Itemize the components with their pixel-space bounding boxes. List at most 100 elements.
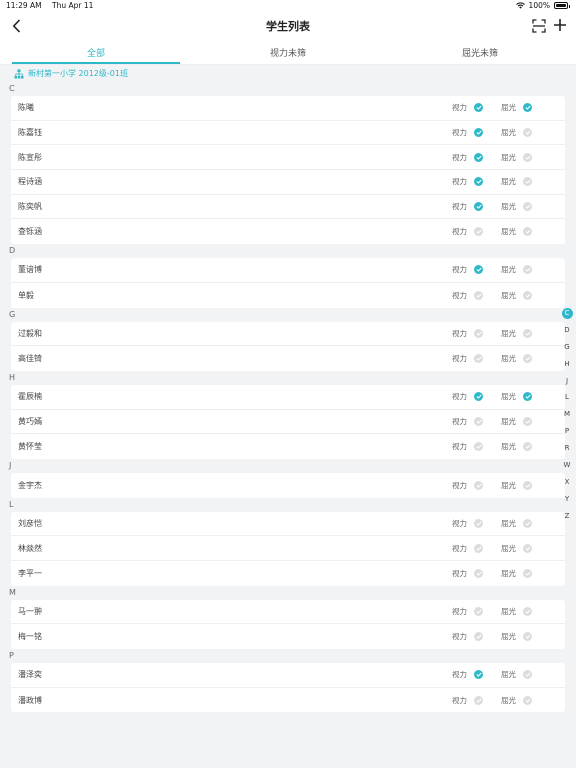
student-row[interactable]: 金宇杰 视力 屈光 [11, 473, 565, 498]
student-name: 金宇杰 [18, 480, 42, 490]
vision-check-icon [474, 442, 483, 452]
student-row[interactable]: 马一翀 视力 屈光 [11, 600, 565, 625]
index-letter-d[interactable]: D [562, 322, 573, 339]
section-card: 霍辰楠 视力 屈光黄巧嫣 视力 屈光黄怀莹 视力 屈光 [11, 384, 565, 459]
refraction-label: 屈光 [501, 103, 516, 113]
student-row[interactable]: 黄巧嫣 视力 屈光 [11, 410, 565, 435]
student-row[interactable]: 陈宣彤 视力 屈光 [11, 145, 565, 171]
refraction-label: 屈光 [501, 518, 516, 528]
index-letter-r[interactable]: R [562, 440, 573, 457]
index-letter-m[interactable]: M [562, 406, 573, 423]
student-row[interactable]: 刘彦恺 视力 屈光 [11, 512, 565, 537]
add-button[interactable] [552, 17, 568, 33]
vision-check-icon [474, 607, 483, 617]
vision-check-icon [474, 354, 483, 364]
sections-container: C 陈曦 视力 屈光 陈嘉钰 视力 屈光 陈宣彤 视力 屈光 程诗涵 视力 屈光 陈奕帆 视力 屈光 查铄涵 视力… [0, 82, 576, 713]
student-name: 梅一铭 [18, 632, 42, 642]
index-letter-w[interactable]: W [562, 457, 573, 474]
section-letter: D [9, 246, 16, 256]
refraction-check-icon [523, 480, 532, 490]
index-letter-c[interactable]: C [561, 308, 573, 319]
index-letter-g[interactable]: G [562, 339, 573, 356]
student-row[interactable]: 李平一 视力 屈光 [11, 561, 565, 586]
student-row[interactable]: 霍辰楠 视力 屈光 [11, 385, 565, 410]
refraction-label: 屈光 [501, 392, 516, 402]
section-letter: H [9, 372, 16, 382]
vision-check-icon [474, 695, 483, 705]
index-letter-h[interactable]: H [562, 356, 573, 373]
section-letter: G [9, 309, 16, 319]
section-letter: C [9, 84, 15, 93]
vision-check-icon [474, 416, 483, 426]
student-row[interactable]: 梅一铭 视力 屈光 [11, 624, 565, 649]
vision-check-icon [474, 568, 483, 578]
refraction-label: 屈光 [501, 128, 516, 138]
refraction-label: 屈光 [501, 695, 516, 705]
index-letter-p[interactable]: P [562, 423, 573, 440]
refraction-check-icon [523, 202, 532, 212]
battery-percent: 100% [528, 1, 550, 10]
student-row[interactable]: 潘政博 视力 屈光 [11, 688, 565, 713]
tab-vision-unscreened[interactable]: 视力未筛 [192, 40, 384, 64]
student-name: 单毅 [18, 290, 34, 300]
plus-icon [554, 19, 566, 31]
student-name: 陈奕帆 [18, 202, 42, 212]
scan-button[interactable] [532, 18, 546, 33]
student-name: 程诗涵 [18, 177, 42, 187]
refraction-label: 屈光 [501, 328, 516, 338]
refraction-label: 屈光 [501, 290, 516, 300]
student-row[interactable]: 陈嘉钰 视力 屈光 [11, 121, 565, 146]
student-row[interactable]: 高佳锜 视力 屈光 [11, 346, 565, 371]
section-letter: M [9, 587, 16, 597]
vision-check-icon [474, 128, 483, 138]
student-name: 潘政博 [18, 695, 42, 705]
student-name: 陈嘉钰 [18, 128, 42, 138]
student-name: 霍辰楠 [18, 392, 42, 402]
vision-label: 视力 [452, 670, 467, 680]
vision-label: 视力 [452, 416, 467, 426]
refraction-label: 屈光 [501, 354, 516, 364]
refraction-label: 屈光 [501, 152, 516, 162]
refraction-check-icon [523, 442, 532, 452]
student-name: 黄巧嫣 [18, 416, 42, 426]
vision-label: 视力 [452, 227, 467, 237]
index-letter-z[interactable]: Z [562, 508, 573, 525]
student-row[interactable]: 过毅和 视力 屈光 [11, 322, 565, 347]
vision-check-icon [474, 632, 483, 642]
vision-label: 视力 [452, 103, 467, 113]
student-row[interactable]: 潘泽奕 视力 屈光 [11, 663, 565, 688]
section-card: 刘彦恺 视力 屈光 林燚然 视力 屈光 李平一 视力 屈光 [11, 511, 565, 586]
vision-check-icon [474, 518, 483, 528]
vision-label: 视力 [452, 480, 467, 490]
student-row[interactable]: 陈奕帆 视力 屈光 [11, 195, 565, 220]
section-letter: J [9, 460, 12, 470]
index-letter-y[interactable]: Y [562, 491, 573, 508]
student-row[interactable]: 董谙博 视力 屈光 [11, 258, 565, 283]
vision-check-icon [474, 670, 483, 680]
tab-refraction-unscreened[interactable]: 屈光未筛 [384, 40, 576, 64]
student-row[interactable]: 陈曦 视力 屈光 [11, 96, 565, 121]
index-letter-x[interactable]: X [562, 474, 573, 491]
alphabet-index[interactable]: CDGHJLMPRWXYZ [561, 305, 573, 525]
battery-icon [554, 2, 570, 9]
vision-label: 视力 [452, 152, 467, 162]
student-name: 过毅和 [18, 328, 42, 338]
vision-label: 视力 [452, 607, 467, 617]
refraction-label: 屈光 [501, 568, 516, 578]
student-row[interactable]: 黄怀莹 视力 屈光 [11, 434, 565, 459]
vision-check-icon [474, 202, 483, 212]
student-list[interactable]: 新村第一小学 2012级-01班 C 陈曦 视力 屈光 陈嘉钰 视力 屈光 陈宣彤 视力 屈光 程诗… [0, 65, 576, 768]
student-row[interactable]: 林燚然 视力 屈光 [11, 536, 565, 561]
student-row[interactable]: 查铄涵 视力 屈光 [11, 219, 565, 244]
index-letter-l[interactable]: L [562, 389, 573, 406]
filter-tabs: 全部 视力未筛 屈光未筛 [0, 40, 576, 65]
tab-all[interactable]: 全部 [0, 40, 192, 64]
index-letter-j[interactable]: J [562, 373, 573, 390]
student-row[interactable]: 单毅 视力 屈光 [11, 283, 565, 308]
class-header[interactable]: 新村第一小学 2012级-01班 [0, 65, 576, 82]
refraction-label: 屈光 [501, 670, 516, 680]
navigation-bar: 学生列表 [0, 12, 576, 40]
section-card: 陈曦 视力 屈光 陈嘉钰 视力 屈光 陈宣彤 视力 屈光 程诗涵 视力 屈光 陈奕帆 视力 屈光 查铄涵 视力屈… [11, 96, 565, 245]
vision-check-icon [474, 177, 483, 187]
student-row[interactable]: 程诗涵 视力 屈光 [11, 170, 565, 195]
